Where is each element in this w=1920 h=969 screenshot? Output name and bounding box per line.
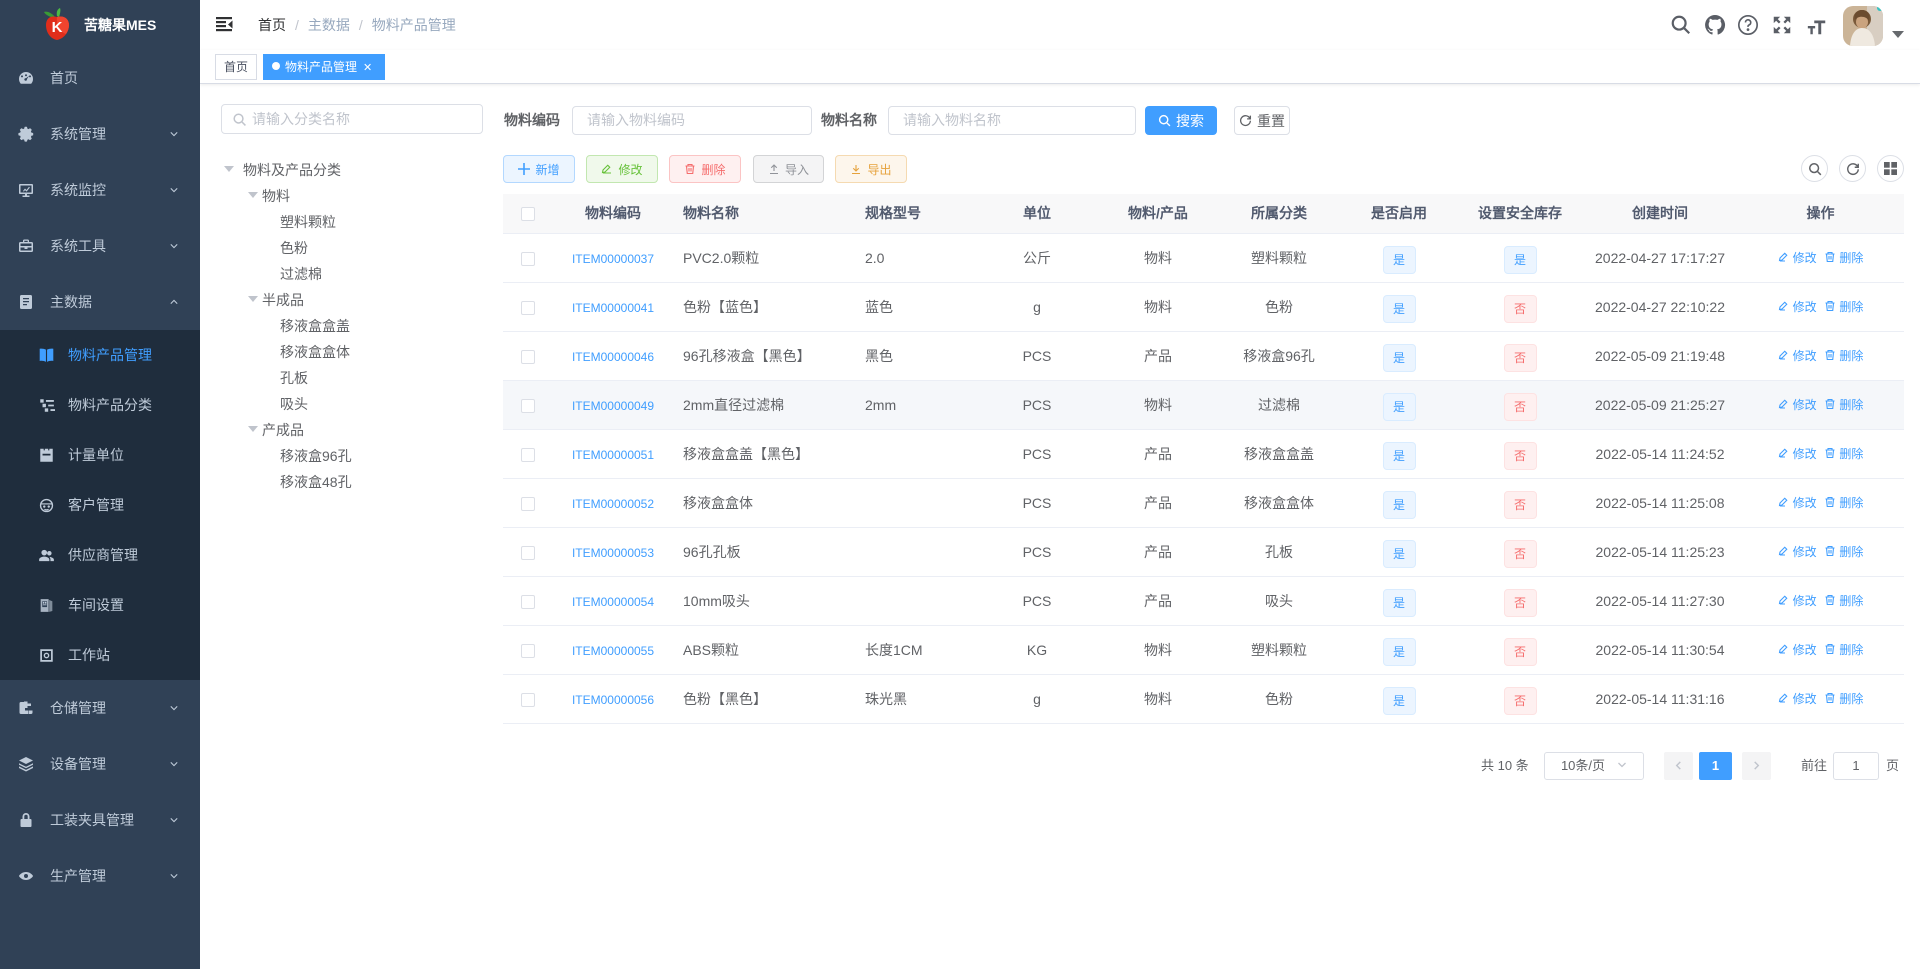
svg-text:K: K (52, 19, 63, 36)
